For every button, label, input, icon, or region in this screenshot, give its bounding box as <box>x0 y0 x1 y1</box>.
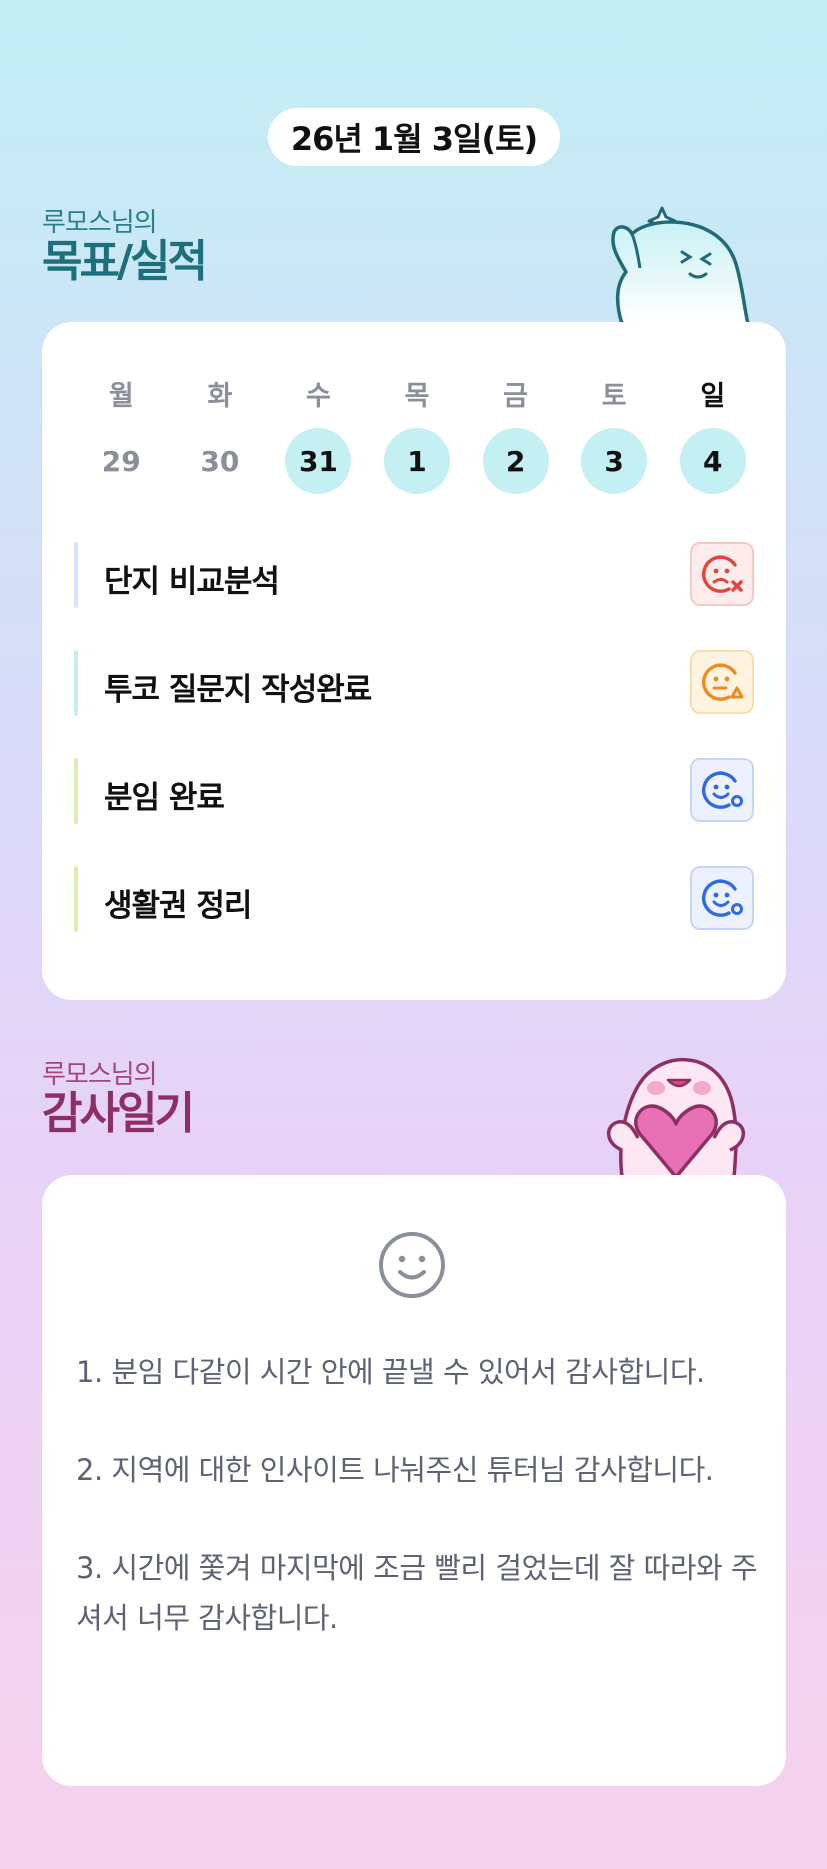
happy-circle-face-icon <box>702 879 743 917</box>
date-4-button[interactable]: 4 <box>679 428 746 494</box>
weekday-label: 화 <box>207 381 233 412</box>
weekday-label: 월 <box>108 381 134 412</box>
thanks-entry: 1. 분임 다같이 시간 안에 끝낼 수 있어서 감사합니다. <box>76 1355 705 1389</box>
goals-section-subtitle: 루모스님의 <box>42 208 158 238</box>
date-selector[interactable]: 26년 1월 3일(토) <box>268 108 560 166</box>
goal-item[interactable]: 생활권 정리 <box>74 866 754 932</box>
goal-label: 단지 비교분석 <box>104 564 280 600</box>
ghost-mascot-icon <box>611 206 750 324</box>
goal-label: 생활권 정리 <box>104 888 252 924</box>
thanks-section-header: 루모스님의 감사일기 <box>42 1060 195 1139</box>
date-31-button[interactable]: 31 <box>285 428 352 494</box>
weekday-label: 수 <box>306 381 331 412</box>
thanks-diary-text: 1. 분임 다같이 시간 안에 끝낼 수 있어서 감사합니다. 2. 지역에 대… <box>76 1347 766 1691</box>
goal-label: 분임 완료 <box>104 780 225 816</box>
goal-status-done-button[interactable] <box>690 866 754 930</box>
thanks-entry: 2. 지역에 대한 인사이트 나눠주신 튜터님 감사합니다. <box>76 1453 714 1487</box>
sad-x-face-icon <box>702 555 743 593</box>
goal-label: 투코 질문지 작성완료 <box>104 672 372 708</box>
goals-section-header: 루모스님의 목표/실적 <box>42 208 208 287</box>
goal-item[interactable]: 투코 질문지 작성완료 <box>74 650 754 716</box>
weekday-header-row: 월 화 수 목 금 토 일 <box>72 374 762 413</box>
goal-status-done-button[interactable] <box>690 758 754 822</box>
neutral-triangle-face-icon <box>702 663 744 701</box>
thanks-section-title: 감사일기 <box>42 1088 195 1139</box>
date-1-button[interactable]: 1 <box>384 428 451 494</box>
thanks-entry: 3. 시간에 쫓겨 마지막에 조금 빨리 걸었는데 잘 따라와 주셔서 너무 감… <box>76 1551 758 1635</box>
weekday-label: 금 <box>503 381 529 412</box>
date-2-button[interactable]: 2 <box>482 428 549 494</box>
goal-color-bar <box>74 542 78 608</box>
date-29-button[interactable]: 29 <box>88 428 154 494</box>
heart-mascot-icon <box>607 1057 745 1177</box>
goals-section-title: 목표/실적 <box>42 236 208 287</box>
goal-item[interactable]: 단지 비교분석 <box>74 542 754 608</box>
goal-item[interactable]: 분임 완료 <box>74 758 754 824</box>
goal-color-bar <box>74 758 78 824</box>
date-30-button[interactable]: 30 <box>187 428 253 494</box>
date-3-button[interactable]: 3 <box>581 428 648 494</box>
weekday-label: 목 <box>404 381 430 412</box>
goals-card: 월 화 수 목 금 토 일 29 30 31 1 2 3 4 단지 비교분석 투… <box>42 322 786 1000</box>
happy-circle-face-icon <box>702 771 743 809</box>
thanks-diary-card: 1. 분임 다같이 시간 안에 끝낼 수 있어서 감사합니다. 2. 지역에 대… <box>42 1175 786 1786</box>
smile-face-icon <box>379 1232 445 1298</box>
week-date-row: 29 30 31 1 2 3 4 <box>72 428 762 494</box>
goal-color-bar <box>74 650 78 716</box>
goal-status-fail-button[interactable] <box>690 542 754 606</box>
weekday-label: 토 <box>601 381 627 412</box>
weekday-label: 일 <box>700 381 726 412</box>
goal-status-partial-button[interactable] <box>690 650 754 714</box>
thanks-section-subtitle: 루모스님의 <box>42 1060 158 1090</box>
goal-color-bar <box>74 866 78 932</box>
